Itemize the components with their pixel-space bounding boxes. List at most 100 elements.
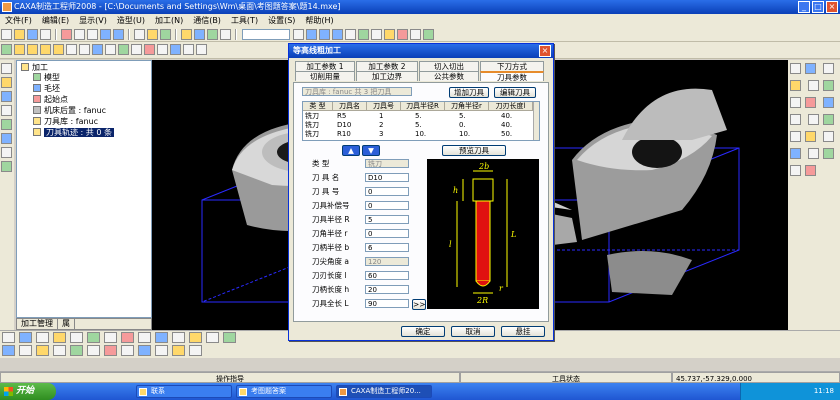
loft-icon[interactable] — [53, 345, 66, 356]
field-corner-radius[interactable]: 0 — [365, 229, 409, 238]
tree-item-model[interactable]: 模型 — [33, 72, 60, 83]
dim-tool-icon[interactable] — [822, 148, 834, 159]
task-item-answers[interactable]: 考图题答案 — [236, 385, 332, 398]
trim-surface-icon[interactable] — [121, 345, 134, 356]
cancel-button[interactable]: 取消 — [451, 326, 495, 337]
surface-tool-icon[interactable] — [1, 119, 12, 130]
polyline-tool-icon[interactable] — [807, 80, 819, 91]
param-icon[interactable] — [1, 147, 12, 158]
maximize-button[interactable]: □ — [812, 1, 824, 13]
pan-icon[interactable] — [345, 29, 356, 40]
table-cell[interactable]: 2 — [379, 121, 399, 130]
wireframe-icon[interactable] — [371, 29, 382, 40]
point-icon[interactable] — [1, 44, 12, 55]
zoom-out-icon[interactable] — [332, 29, 343, 40]
text-icon[interactable] — [105, 44, 116, 55]
curve-join-icon[interactable] — [172, 332, 185, 343]
menu-communication[interactable]: 通信(B) — [188, 14, 226, 27]
preview-tool-button[interactable]: 预览刀具 — [442, 145, 506, 156]
rotate2-icon[interactable] — [36, 332, 49, 343]
blend-icon[interactable] — [104, 345, 117, 356]
circle-icon[interactable] — [40, 44, 51, 55]
array2-icon[interactable] — [87, 332, 100, 343]
scale-icon[interactable] — [196, 44, 207, 55]
rotate3d-icon[interactable] — [53, 332, 66, 343]
table-cell[interactable]: 0. — [459, 121, 487, 130]
tab-common[interactable]: 公共参数 — [419, 71, 479, 81]
fx-tool-icon[interactable] — [790, 114, 801, 125]
surface-merge-icon[interactable] — [172, 345, 185, 356]
tab-params-1[interactable]: 加工参数 1 — [295, 61, 355, 71]
line-icon[interactable] — [14, 44, 25, 55]
curve-tool-icon[interactable] — [1, 105, 12, 116]
query-icon[interactable] — [207, 29, 218, 40]
ok-button[interactable]: 确定 — [401, 326, 445, 337]
field-shank-radius[interactable]: 6 — [365, 243, 409, 252]
dialog-close-button[interactable]: × — [539, 45, 551, 57]
tab-tool-params[interactable]: 刀具参数 — [480, 71, 544, 82]
line-style-icon[interactable] — [134, 29, 145, 40]
table-cell[interactable]: 5. — [459, 112, 487, 121]
minimize-button[interactable]: _ — [798, 1, 810, 13]
zoom-in-icon[interactable] — [319, 29, 330, 40]
tab-boundary[interactable]: 加工边界 — [356, 71, 418, 81]
open-file-icon[interactable] — [14, 29, 25, 40]
table-cell[interactable]: 40. — [501, 121, 529, 130]
hang-button[interactable]: 悬挂 — [501, 326, 545, 337]
trim-tool-icon[interactable] — [822, 114, 834, 125]
polygon-icon[interactable] — [92, 44, 103, 55]
add-tool-button[interactable]: 增加刀具 — [449, 87, 489, 98]
field-tool-name[interactable]: D10 — [365, 173, 409, 182]
table-cell[interactable]: 铣刀 — [305, 112, 333, 121]
layer-icon[interactable] — [160, 29, 171, 40]
spline-tool-icon[interactable] — [805, 63, 816, 74]
break-icon[interactable] — [157, 44, 168, 55]
select-icon[interactable] — [1, 63, 12, 74]
menu-modeling[interactable]: 造型(U) — [112, 14, 150, 27]
feature-tool-icon[interactable] — [1, 133, 12, 144]
render-icon[interactable] — [397, 29, 408, 40]
table-cell[interactable]: 40. — [501, 112, 529, 121]
array-icon[interactable] — [183, 44, 194, 55]
table-scrollbar[interactable] — [533, 102, 539, 140]
arc-tool-icon[interactable] — [790, 80, 801, 91]
menu-settings[interactable]: 设置(S) — [263, 14, 300, 27]
menu-edit[interactable]: 编辑(E) — [37, 14, 74, 27]
tab-properties[interactable]: 属 — [58, 319, 75, 329]
copy-icon[interactable] — [74, 29, 85, 40]
extend-tool-icon[interactable] — [790, 131, 801, 142]
menu-view[interactable]: 显示(V) — [74, 14, 112, 27]
field-total-length[interactable]: 90 — [365, 299, 409, 308]
rect-tool-icon[interactable] — [822, 80, 834, 91]
tree-item-tool-library[interactable]: 刀具库 : fanuc — [33, 116, 98, 127]
mirror-tool-icon[interactable] — [805, 165, 816, 176]
ruled-icon[interactable] — [70, 345, 83, 356]
scale2-icon[interactable] — [104, 332, 117, 343]
table-cell[interactable]: D10 — [337, 121, 367, 130]
layer-combo[interactable] — [242, 29, 290, 40]
surface-offset-icon[interactable] — [223, 332, 236, 343]
rectangle-icon[interactable] — [53, 44, 64, 55]
save-icon[interactable] — [27, 29, 38, 40]
surface-stitch-icon[interactable] — [189, 345, 202, 356]
chamfer-tool-icon[interactable] — [805, 97, 816, 108]
task-item-caxa[interactable]: CAXA制造工程师20... — [336, 385, 432, 398]
filter-icon[interactable] — [194, 29, 205, 40]
tab-machining-manager[interactable]: 加工管理 — [17, 319, 58, 329]
tab-lead-in-out[interactable]: 切入切出 — [419, 61, 479, 71]
table-cell[interactable]: 3 — [379, 130, 399, 139]
extrude-icon[interactable] — [2, 345, 15, 356]
view-icon[interactable] — [423, 29, 434, 40]
fit-all-icon[interactable] — [410, 29, 421, 40]
offset-tool-icon[interactable] — [790, 97, 801, 108]
color-icon[interactable] — [147, 29, 158, 40]
tab-params-2[interactable]: 加工参数 2 — [356, 61, 418, 71]
menu-help[interactable]: 帮助(H) — [300, 14, 338, 27]
intersect-tool-icon[interactable] — [790, 148, 801, 159]
move-down-button[interactable]: ▼ — [362, 145, 380, 156]
text-a-icon[interactable] — [807, 148, 819, 159]
surface-tool2-icon[interactable] — [822, 97, 834, 108]
measure-icon[interactable] — [220, 29, 231, 40]
tree-item-start-point[interactable]: 起始点 — [33, 94, 68, 105]
field-tool-number[interactable]: 0 — [365, 187, 409, 196]
